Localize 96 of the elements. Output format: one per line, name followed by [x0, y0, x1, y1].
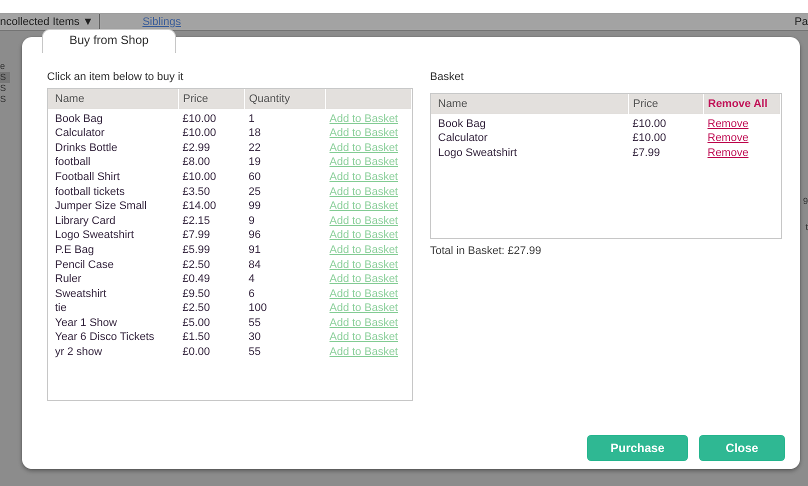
- add-to-basket-link[interactable]: Add to Basket: [330, 331, 398, 344]
- table-cell-text: Drinks Bottle: [54, 140, 118, 156]
- add-to-basket-link[interactable]: Add to Basket: [330, 316, 398, 329]
- table-cell-text: £2.50: [182, 258, 212, 272]
- column-header: Name: [48, 88, 178, 109]
- side-label: e: [0, 61, 6, 72]
- add-to-basket-link[interactable]: Add to Basket: [330, 244, 398, 256]
- table-cell-text: £2.50: [182, 302, 212, 316]
- table-cell-text: £2.15: [182, 214, 212, 229]
- table-cell: £10.00: [628, 114, 704, 132]
- table-cell-text: 99: [248, 199, 262, 214]
- add-to-basket-link[interactable]: Add to Basket: [330, 229, 398, 242]
- table-cell-text: Calculator: [437, 132, 489, 146]
- add-to-basket-link[interactable]: Add to Basket: [330, 186, 398, 198]
- table-cell-text: Logo Sweatshirt: [437, 146, 518, 161]
- table-cell-text: £5.00: [182, 316, 212, 331]
- instruction-text: Click an item below to buy it: [47, 71, 184, 84]
- table-cell-text: 18: [248, 126, 262, 141]
- table-cell-text: 91: [248, 243, 262, 258]
- table-cell-text: £14.00: [182, 199, 218, 214]
- table-cell-text: Year 1 Show: [54, 316, 118, 331]
- table-cell-text: 84: [248, 258, 262, 272]
- side-label: S: [0, 94, 8, 105]
- table-cell-text: £10.00: [182, 170, 218, 185]
- side-label: S: [0, 83, 8, 94]
- table-cell-text: 22: [248, 140, 262, 156]
- remove-link[interactable]: Remove: [708, 132, 748, 144]
- table-cell-text: £7.99: [182, 228, 212, 244]
- basket-total: Total in Basket: £27.99: [430, 245, 542, 257]
- add-to-basket-link[interactable]: Add to Basket: [330, 142, 398, 154]
- table-cell-text: £0.00: [182, 345, 212, 360]
- table-cell-text: Year 6 Disco Tickets: [54, 330, 156, 346]
- table-cell-text: £9.50: [182, 286, 212, 302]
- add-to-basket-link[interactable]: Add to Basket: [330, 200, 398, 212]
- table-cell-text: Logo Sweatshirt: [54, 228, 135, 244]
- table-cell-text: Ruler: [54, 272, 82, 287]
- table-cell-text: £10.00: [182, 126, 218, 141]
- side-label: 9: [802, 196, 808, 206]
- table-cell-text: Jumper Size Small: [54, 199, 148, 214]
- purchase-button[interactable]: Purchase: [587, 435, 688, 461]
- add-to-basket-link[interactable]: Add to Basket: [330, 346, 398, 358]
- table-cell: 1: [244, 108, 326, 126]
- column-header: Name: [431, 94, 628, 114]
- remove-link[interactable]: Remove: [708, 118, 748, 130]
- add-to-basket-link[interactable]: Add to Basket: [330, 273, 398, 286]
- table-cell-text: 9: [248, 214, 256, 229]
- table-cell-text: Calculator: [54, 126, 106, 141]
- table-cell: Book Bag: [431, 114, 628, 132]
- table-cell-text: 96: [248, 228, 262, 244]
- table-cell-text: Library Card: [54, 214, 117, 229]
- siblings-link[interactable]: Siblings: [142, 16, 181, 28]
- add-to-basket-link[interactable]: Add to Basket: [330, 288, 398, 300]
- remove-link[interactable]: Remove: [708, 146, 748, 159]
- table-cell-text: Sweatshirt: [54, 286, 108, 302]
- table-cell-text: 4: [248, 272, 256, 287]
- column-header: Price: [628, 94, 704, 114]
- table-cell-text: 60: [248, 170, 262, 185]
- table-cell-text: £1.50: [182, 330, 212, 346]
- table-cell-text: £0.49: [182, 272, 212, 287]
- table-cell-text: 30: [248, 330, 262, 346]
- table-cell: £10.00: [178, 108, 244, 126]
- side-label: S: [0, 72, 10, 83]
- side-label: t: [805, 222, 808, 232]
- add-to-basket-link[interactable]: Add to Basket: [330, 127, 398, 140]
- table-cell-text: £7.99: [632, 146, 662, 161]
- table-cell-text: yr 2 show: [54, 345, 104, 360]
- table-cell-text: football tickets: [54, 184, 126, 200]
- table-cell-text: £2.99: [182, 140, 212, 156]
- table-cell-text: £10.00: [632, 132, 668, 146]
- table-cell: Book Bag: [48, 108, 178, 126]
- table-cell-text: 55: [248, 316, 262, 331]
- close-button[interactable]: Close: [699, 435, 785, 461]
- table-cell-text: 100: [248, 302, 268, 316]
- table-cell-text: £8.00: [182, 156, 212, 170]
- table-cell-text: £3.50: [182, 184, 212, 200]
- header-text: Pa: [794, 16, 808, 28]
- table-cell-text: tie: [54, 302, 68, 316]
- add-to-basket-link[interactable]: Add to Basket: [330, 170, 398, 183]
- shop-tab[interactable]: Buy from Shop: [42, 29, 176, 53]
- table-cell-text: 55: [248, 345, 262, 360]
- table-cell-text: football: [54, 156, 92, 170]
- table-cell-text: P.E Bag: [54, 243, 95, 258]
- add-to-basket-link[interactable]: Add to Basket: [330, 156, 398, 168]
- column-header: Price: [178, 88, 244, 109]
- table-cell-text: 19: [248, 156, 262, 170]
- basket-title: Basket: [430, 71, 465, 85]
- add-to-basket-link[interactable]: Add to Basket: [330, 112, 398, 125]
- add-to-basket-link[interactable]: Add to Basket: [330, 214, 398, 227]
- table-cell-text: 25: [248, 184, 262, 200]
- add-to-basket-link[interactable]: Add to Basket: [330, 302, 398, 314]
- column-header: Quantity: [244, 88, 326, 109]
- table-cell-text: Pencil Case: [54, 258, 115, 272]
- table-cell-text: 6: [248, 286, 256, 302]
- table-cell-text: Football Shirt: [54, 170, 121, 185]
- add-to-basket-link[interactable]: Add to Basket: [330, 258, 398, 271]
- table-cell-text: £5.99: [182, 243, 212, 258]
